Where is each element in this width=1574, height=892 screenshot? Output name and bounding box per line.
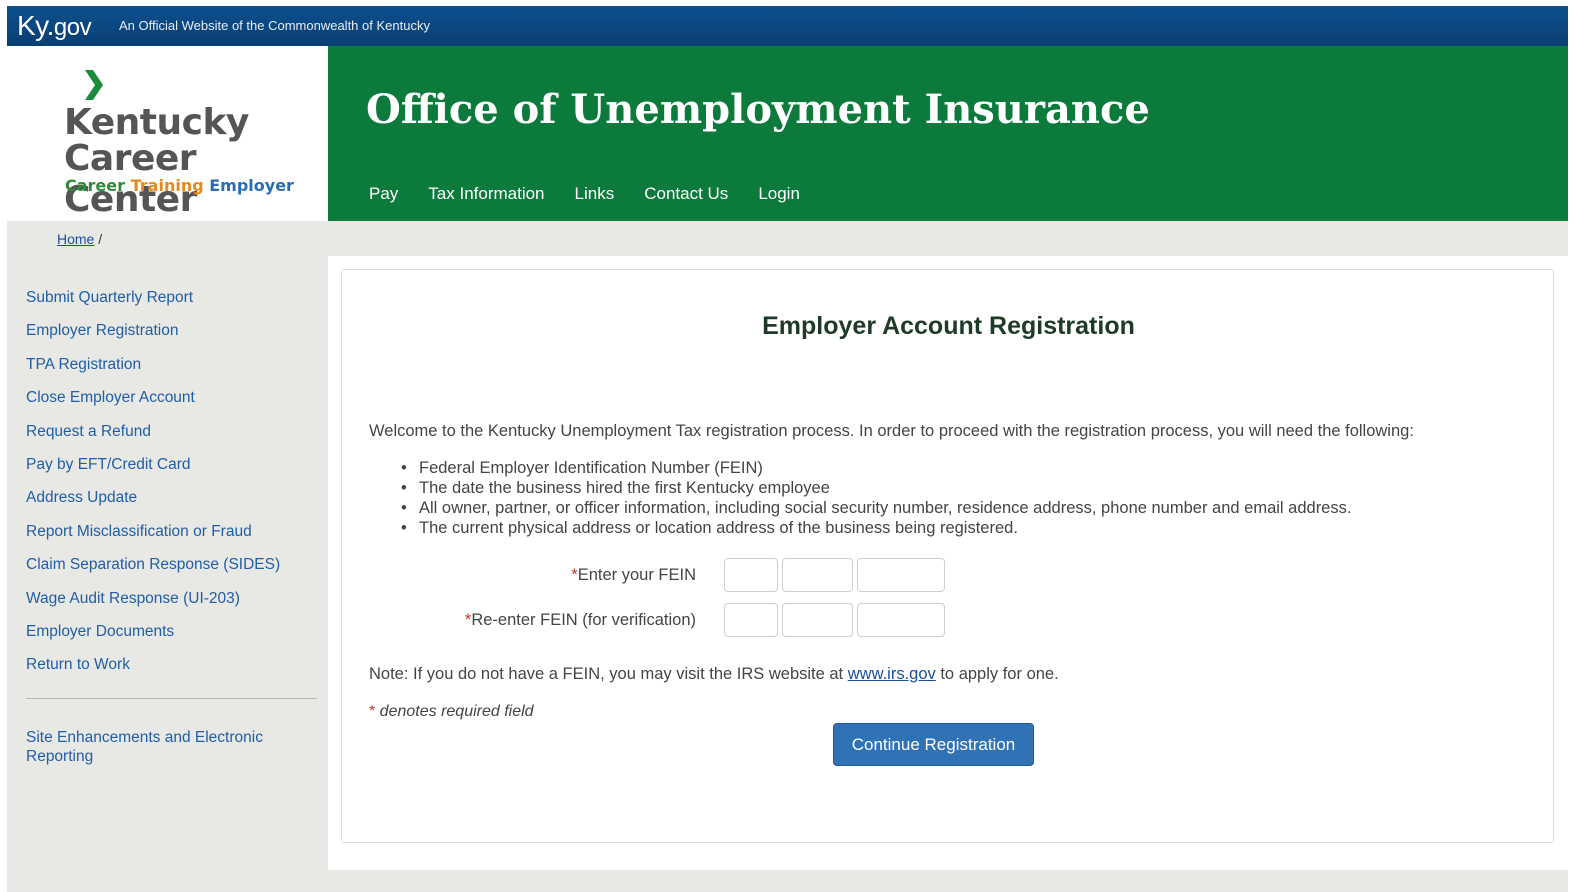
sidebar-item-report-misclassification[interactable]: Report Misclassification or Fraud — [26, 522, 321, 555]
sidebar: Submit Quarterly Report Employer Registr… — [26, 288, 321, 765]
site-title: Office of Unemployment Insurance — [366, 86, 1150, 133]
sidebar-item-request-refund[interactable]: Request a Refund — [26, 422, 321, 455]
page-frame: Ky.gov An Official Website of the Common… — [7, 6, 1568, 892]
brand-tag-training: Training — [130, 176, 204, 195]
career-center-logo[interactable]: Kentucky Career Center Career Training E… — [7, 46, 328, 221]
intro-text: Welcome to the Kentucky Unemployment Tax… — [369, 422, 1414, 440]
list-item: The date the business hired the first Ke… — [399, 478, 1351, 498]
chevron-right-icon — [85, 70, 103, 100]
brand-tag-employer: Employer — [209, 176, 294, 195]
sidebar-item-submit-quarterly-report[interactable]: Submit Quarterly Report — [26, 288, 321, 321]
fein-part2-input[interactable] — [782, 558, 853, 592]
breadcrumb-separator: / — [94, 231, 103, 247]
nav-links[interactable]: Links — [575, 184, 615, 204]
fein-verify-part1-input[interactable] — [724, 603, 778, 637]
sidebar-item-site-enhancements[interactable]: Site Enhancements and Electronic Reporti… — [26, 728, 296, 766]
page-title: Employer Account Registration — [762, 312, 1135, 340]
fein-label: *Enter your FEIN — [571, 566, 696, 585]
registration-card: Employer Account Registration Welcome to… — [341, 269, 1554, 843]
sidebar-item-employer-registration[interactable]: Employer Registration — [26, 321, 321, 354]
fein-verify-label: *Re-enter FEIN (for verification) — [465, 611, 696, 630]
kygov-logo-tld: gov — [53, 14, 92, 41]
breadcrumb-home[interactable]: Home — [57, 231, 94, 247]
kygov-logo-main: Ky. — [17, 10, 54, 41]
sidebar-item-address-update[interactable]: Address Update — [26, 488, 321, 521]
list-item: The current physical address or location… — [399, 518, 1351, 538]
nav-tax-information[interactable]: Tax Information — [428, 184, 544, 204]
nav-pay[interactable]: Pay — [369, 184, 398, 204]
nav-contact-us[interactable]: Contact Us — [644, 184, 728, 204]
sidebar-item-close-employer-account[interactable]: Close Employer Account — [26, 388, 321, 421]
official-website-text: An Official Website of the Commonwealth … — [119, 18, 430, 33]
continue-registration-button[interactable]: Continue Registration — [833, 723, 1034, 766]
main-nav: Pay Tax Information Links Contact Us Log… — [369, 184, 800, 204]
site-header: Office of Unemployment Insurance Pay Tax… — [328, 46, 1568, 221]
required-note-text: denotes required field — [375, 703, 534, 720]
kygov-logo[interactable]: Ky.gov — [17, 10, 92, 42]
breadcrumb: Home / — [57, 231, 102, 247]
sidebar-item-wage-audit[interactable]: Wage Audit Response (UI-203) — [26, 589, 321, 622]
sidebar-item-pay-eft[interactable]: Pay by EFT/Credit Card — [26, 455, 321, 488]
fein-part3-input[interactable] — [857, 558, 945, 592]
note-prefix: Note: If you do not have a FEIN, you may… — [369, 665, 848, 683]
fein-label-text: Enter your FEIN — [577, 566, 696, 584]
sidebar-item-employer-documents[interactable]: Employer Documents — [26, 622, 321, 655]
nav-login[interactable]: Login — [758, 184, 800, 204]
brand-line1: Kentucky — [64, 102, 249, 143]
fein-part1-input[interactable] — [724, 558, 778, 592]
fein-verify-row: *Re-enter FEIN (for verification) — [342, 603, 1242, 639]
fein-verify-part3-input[interactable] — [857, 603, 945, 637]
irs-link[interactable]: www.irs.gov — [848, 665, 936, 683]
note-suffix: to apply for one. — [935, 665, 1059, 683]
fein-note: Note: If you do not have a FEIN, you may… — [369, 665, 1059, 684]
fein-row: *Enter your FEIN — [342, 558, 1242, 594]
list-item: Federal Employer Identification Number (… — [399, 458, 1351, 478]
kygov-banner: Ky.gov An Official Website of the Common… — [7, 6, 1568, 46]
fein-verify-label-text: Re-enter FEIN (for verification) — [471, 611, 696, 629]
brand-tag-career: Career — [65, 176, 126, 195]
requirements-list: Federal Employer Identification Number (… — [399, 458, 1351, 538]
list-item: All owner, partner, or officer informati… — [399, 498, 1351, 518]
sidebar-item-tpa-registration[interactable]: TPA Registration — [26, 355, 321, 388]
required-field-note: * denotes required field — [369, 703, 534, 721]
sidebar-item-claim-separation[interactable]: Claim Separation Response (SIDES) — [26, 555, 321, 588]
brand-tagline: Career Training Employer — [65, 176, 294, 195]
fein-verify-part2-input[interactable] — [782, 603, 853, 637]
sidebar-item-return-to-work[interactable]: Return to Work — [26, 655, 321, 688]
sidebar-divider — [26, 698, 317, 699]
